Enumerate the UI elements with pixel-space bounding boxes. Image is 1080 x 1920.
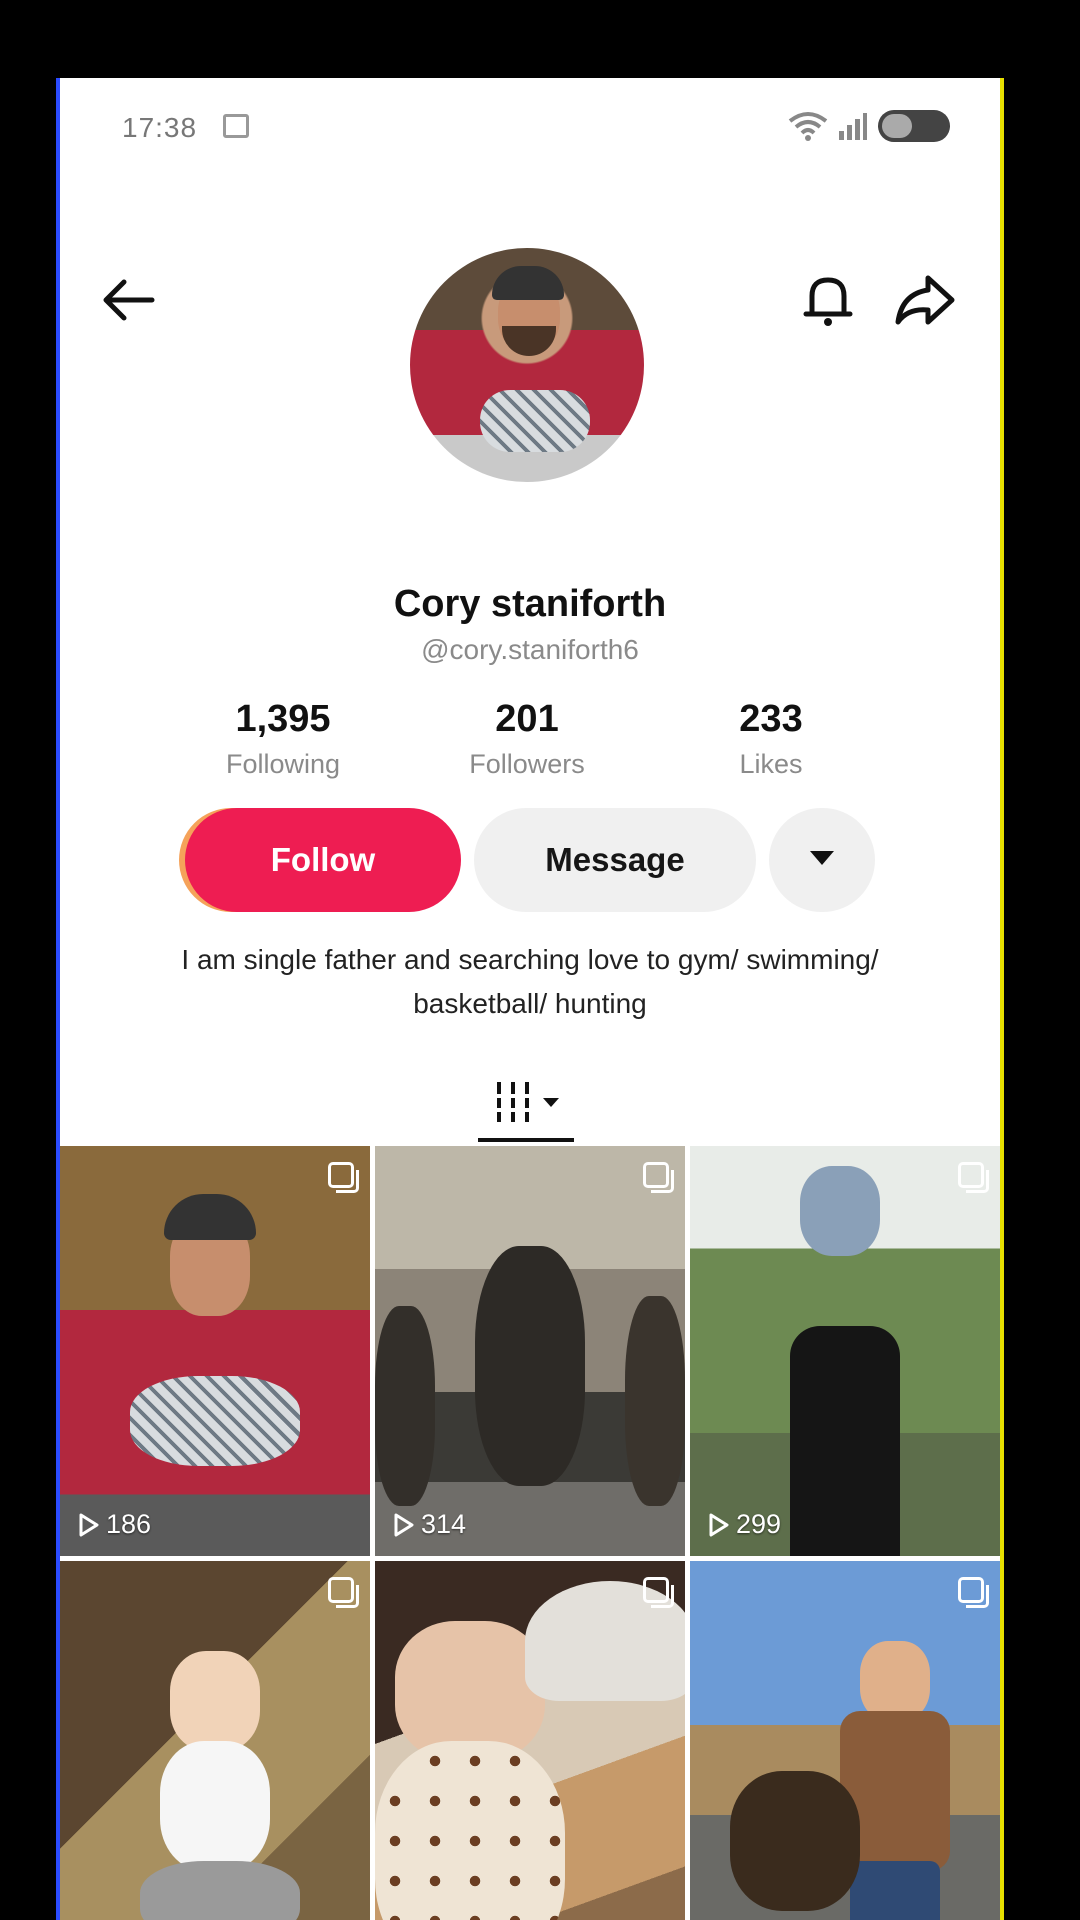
video-grid: 186 314 299: [60, 1146, 1000, 1920]
status-bar: 17:38: [60, 78, 1000, 178]
stat-followers[interactable]: 201 Followers: [427, 698, 627, 780]
view-count: 299: [708, 1509, 781, 1540]
stat-following[interactable]: 1,395 Following: [183, 698, 383, 780]
profile-stats: 1,395 Following 201 Followers 233 Likes: [60, 698, 1000, 788]
profile-name: Cory staniforth: [393, 583, 667, 625]
stat-following-label: Following: [225, 749, 341, 779]
video-thumbnail: [375, 1146, 685, 1556]
play-icon: [393, 1512, 415, 1538]
video-tile[interactable]: 296: [375, 1561, 685, 1920]
multi-photo-icon: [643, 1577, 674, 1608]
play-icon: [78, 1512, 100, 1538]
view-count: 314: [393, 1509, 466, 1540]
stat-following-value: 1,395: [235, 698, 331, 740]
share-icon[interactable]: [890, 268, 960, 332]
grid-icon: [495, 1080, 565, 1131]
signal-icon: [838, 111, 868, 141]
view-count-value: 314: [421, 1509, 467, 1539]
wifi-icon: [788, 111, 828, 141]
back-arrow-icon[interactable]: [96, 268, 160, 332]
avatar-cap: [492, 266, 564, 300]
caret-down-icon: [809, 850, 835, 871]
suggested-accounts-button[interactable]: [769, 808, 875, 912]
status-indicators: [788, 110, 950, 142]
status-time: 17:38: [122, 112, 198, 143]
view-count: 186: [78, 1509, 151, 1540]
play-icon: [708, 1512, 730, 1538]
video-thumbnail: [60, 1561, 370, 1920]
multi-photo-icon: [328, 1162, 359, 1193]
view-count-value: 299: [736, 1509, 782, 1539]
stat-likes[interactable]: 233 Likes: [671, 698, 871, 780]
video-tile[interactable]: 96: [690, 1561, 1000, 1920]
video-tile[interactable]: 299: [690, 1146, 1000, 1556]
stat-likes-label: Likes: [739, 749, 803, 779]
video-thumbnail: [60, 1146, 370, 1556]
video-thumbnail: [375, 1561, 685, 1920]
video-tile[interactable]: 314: [375, 1146, 685, 1556]
avatar-beard: [502, 326, 556, 356]
bell-icon[interactable]: [796, 268, 860, 332]
view-count-value: 186: [106, 1509, 152, 1539]
tab-videos[interactable]: [470, 1066, 590, 1144]
multi-photo-icon: [328, 1577, 359, 1608]
phone-screen: 17:38 Cory staniforth @cory.staniforth6 …: [60, 78, 1000, 1920]
video-thumbnail: [690, 1561, 1000, 1920]
profile-bio: I am single father and searching love to…: [181, 944, 879, 1019]
multi-photo-icon: [958, 1162, 989, 1193]
stat-likes-value: 233: [739, 698, 803, 740]
avatar[interactable]: [410, 248, 644, 482]
video-tile[interactable]: 186: [60, 1146, 370, 1556]
battery-icon: [878, 110, 950, 142]
avatar-baby: [480, 390, 590, 452]
follow-button[interactable]: Follow: [185, 808, 461, 912]
tab-active-indicator: [478, 1138, 574, 1142]
video-thumbnail: [690, 1146, 1000, 1556]
message-button[interactable]: Message: [474, 808, 756, 912]
video-tile[interactable]: 291: [60, 1561, 370, 1920]
multi-photo-icon: [643, 1162, 674, 1193]
stat-followers-value: 201: [495, 698, 559, 740]
multi-photo-icon: [958, 1577, 989, 1608]
screenshot-icon: [223, 114, 249, 138]
stat-followers-label: Followers: [469, 749, 585, 779]
profile-handle: @cory.staniforth6: [421, 634, 639, 665]
